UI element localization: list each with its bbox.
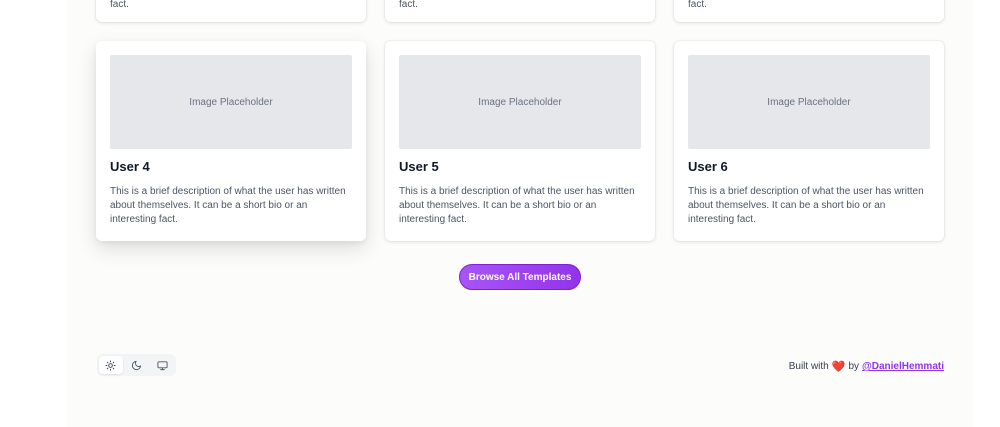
card-description-tail: fact.	[688, 0, 707, 10]
monitor-icon	[157, 360, 168, 370]
card-user-5[interactable]: Image Placeholder User 5 This is a brief…	[385, 41, 655, 241]
card-user-6[interactable]: Image Placeholder User 6 This is a brief…	[674, 41, 944, 241]
card-user-4[interactable]: Image Placeholder User 4 This is a brief…	[96, 41, 366, 241]
card-description: This is a brief description of what the …	[110, 186, 346, 225]
card-title: User 6	[688, 159, 728, 174]
footer-credit: Built with ❤️ by @DanielHemmati	[789, 360, 944, 373]
card-user-3[interactable]: fact.	[674, 0, 944, 22]
moon-icon	[131, 360, 142, 370]
theme-light-option[interactable]	[99, 356, 123, 374]
card-description: This is a brief description of what the …	[399, 186, 635, 225]
card-description: This is a brief description of what the …	[688, 186, 924, 225]
card-user-2[interactable]: fact.	[385, 0, 655, 22]
browse-all-templates-button[interactable]: Browse All Templates	[459, 264, 581, 290]
card-title: User 4	[110, 159, 150, 174]
card-title: User 5	[399, 159, 439, 174]
by-text: by	[848, 361, 859, 372]
theme-toggle	[97, 354, 176, 376]
image-placeholder: Image Placeholder	[688, 55, 930, 149]
image-placeholder: Image Placeholder	[110, 55, 352, 149]
card-description-tail: fact.	[110, 0, 129, 10]
image-placeholder: Image Placeholder	[399, 55, 641, 149]
author-link[interactable]: @DanielHemmati	[862, 361, 944, 372]
card-description-tail: fact.	[399, 0, 418, 10]
card-user-1[interactable]: fact.	[96, 0, 366, 22]
built-with-text: Built with	[788, 361, 829, 372]
theme-dark-option[interactable]	[125, 356, 149, 374]
sun-icon	[105, 359, 116, 371]
heart-icon: ❤️	[831, 361, 846, 373]
theme-system-option[interactable]	[150, 356, 174, 374]
